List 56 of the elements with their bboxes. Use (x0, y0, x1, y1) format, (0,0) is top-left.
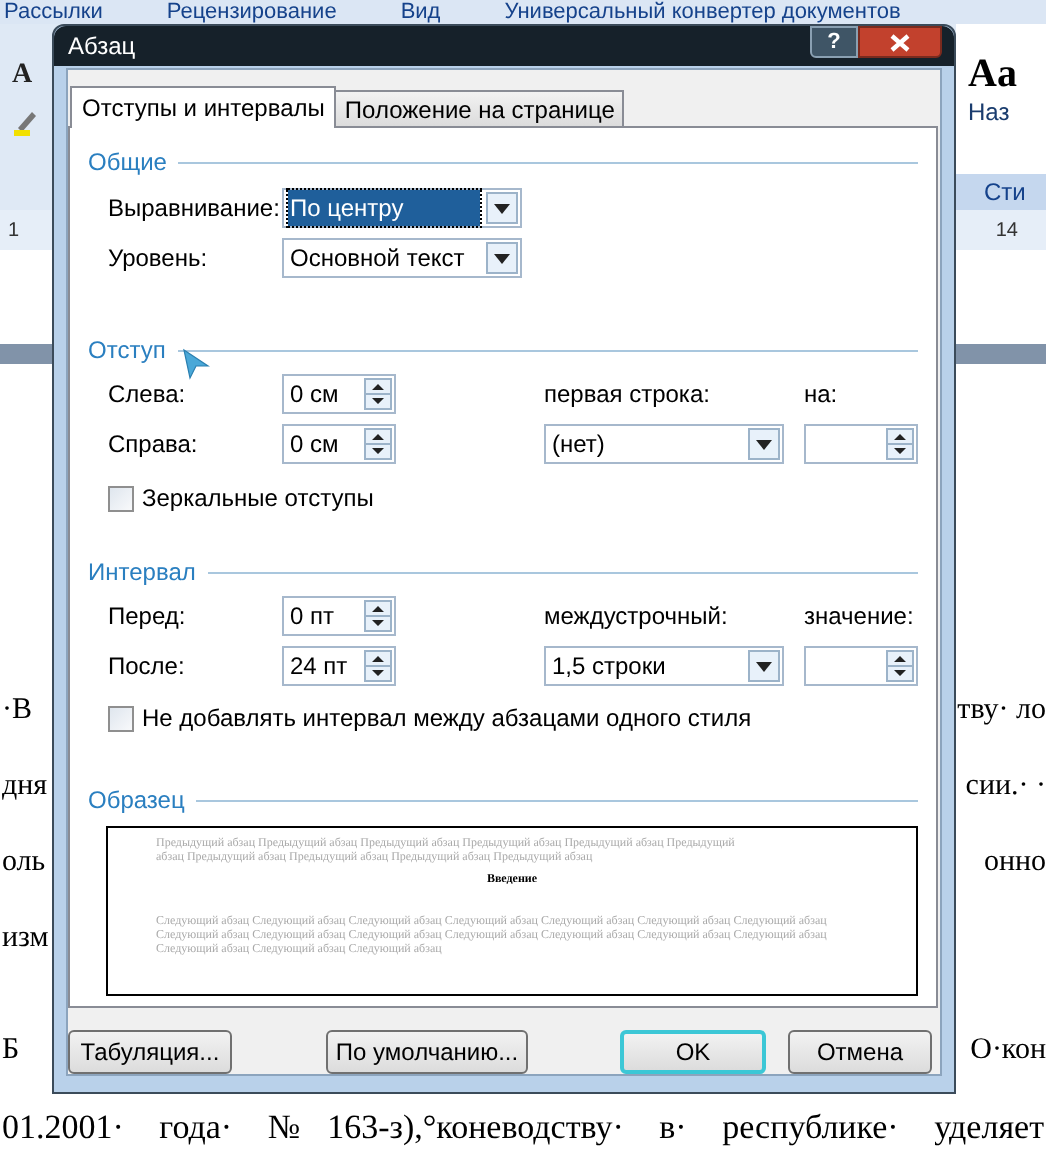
section-title: Отступ (88, 334, 166, 368)
ruler-number: 1 (8, 217, 20, 245)
checkbox-label: Не добавлять интервал между абзацами одного стиля (142, 702, 752, 736)
dropdown[interactable]: 1,5 строки (544, 646, 784, 686)
style-gallery-item[interactable]: Aa Наз (956, 24, 1046, 174)
dropdown[interactable]: Основной текст (282, 238, 522, 278)
document-text: тву· ло (957, 691, 1046, 730)
ribbon-tab[interactable]: Рассылки (4, 0, 103, 24)
dialog-button[interactable]: По умолчанию... (326, 1030, 528, 1074)
dropdown[interactable]: (нет) (544, 424, 784, 464)
field-label: Выравнивание: (108, 192, 282, 226)
checkbox-label: Зеркальные отступы (142, 482, 374, 516)
ribbon-group-label: Сти (956, 174, 1046, 210)
document-text: изм (0, 919, 49, 958)
ruler-number: 14 (995, 217, 1018, 245)
field-label: междустрочный: (544, 600, 730, 634)
document-text: ·В (0, 691, 32, 730)
spin-field[interactable]: 24 пт (282, 646, 396, 686)
tab[interactable]: Положение на странице (334, 90, 625, 126)
tab[interactable]: Отступы и интервалы (70, 86, 337, 128)
dropdown-value: По центру (288, 190, 480, 226)
dialog-button[interactable]: Табуляция... (68, 1030, 232, 1074)
ribbon-tab[interactable]: Вид (400, 0, 441, 24)
field-label: значение: (804, 600, 914, 634)
window-title: Абзац (68, 30, 136, 64)
section-title: Общие (88, 146, 167, 180)
document-text: дня (0, 767, 48, 806)
field-label: на: (804, 378, 838, 412)
style-sample: Aa (968, 52, 1017, 96)
document-text: Б (0, 1031, 20, 1070)
spin-field[interactable]: 0 см (282, 424, 396, 464)
section-title: Интервал (88, 556, 196, 590)
document-text: оль (0, 843, 46, 882)
section-title: Образец (88, 784, 185, 818)
spin-field[interactable]: 0 пт (282, 596, 396, 636)
document-text: онно (983, 843, 1046, 882)
document-text: О·кон (970, 1031, 1046, 1070)
dropdown-value: 1,5 строки (550, 650, 668, 684)
spin-field[interactable]: 0 см (282, 374, 396, 414)
dialog-button[interactable]: OK (620, 1030, 766, 1074)
style-name: Наз (968, 96, 1010, 128)
document-text: сии.· · (965, 767, 1046, 806)
dropdown[interactable]: По центру (282, 188, 522, 228)
field-label: Уровень: (108, 242, 210, 276)
help-button[interactable]: ? (810, 26, 858, 58)
field-label: Перед: (108, 600, 188, 634)
font-size-button[interactable]: A (12, 60, 33, 92)
ribbon-tab[interactable]: Универсальный конвертер документов (504, 0, 901, 24)
dialog-button[interactable]: Отмена (788, 1030, 932, 1074)
ribbon-tab[interactable]: Рецензирование (166, 0, 337, 24)
dropdown-value: Основной текст (288, 242, 467, 276)
dropdown-value: (нет) (550, 428, 607, 462)
field-label: первая строка: (544, 378, 712, 412)
field-label: После: (108, 650, 187, 684)
field-label: Справа: (108, 428, 200, 462)
field-label: Слева: (108, 378, 188, 412)
